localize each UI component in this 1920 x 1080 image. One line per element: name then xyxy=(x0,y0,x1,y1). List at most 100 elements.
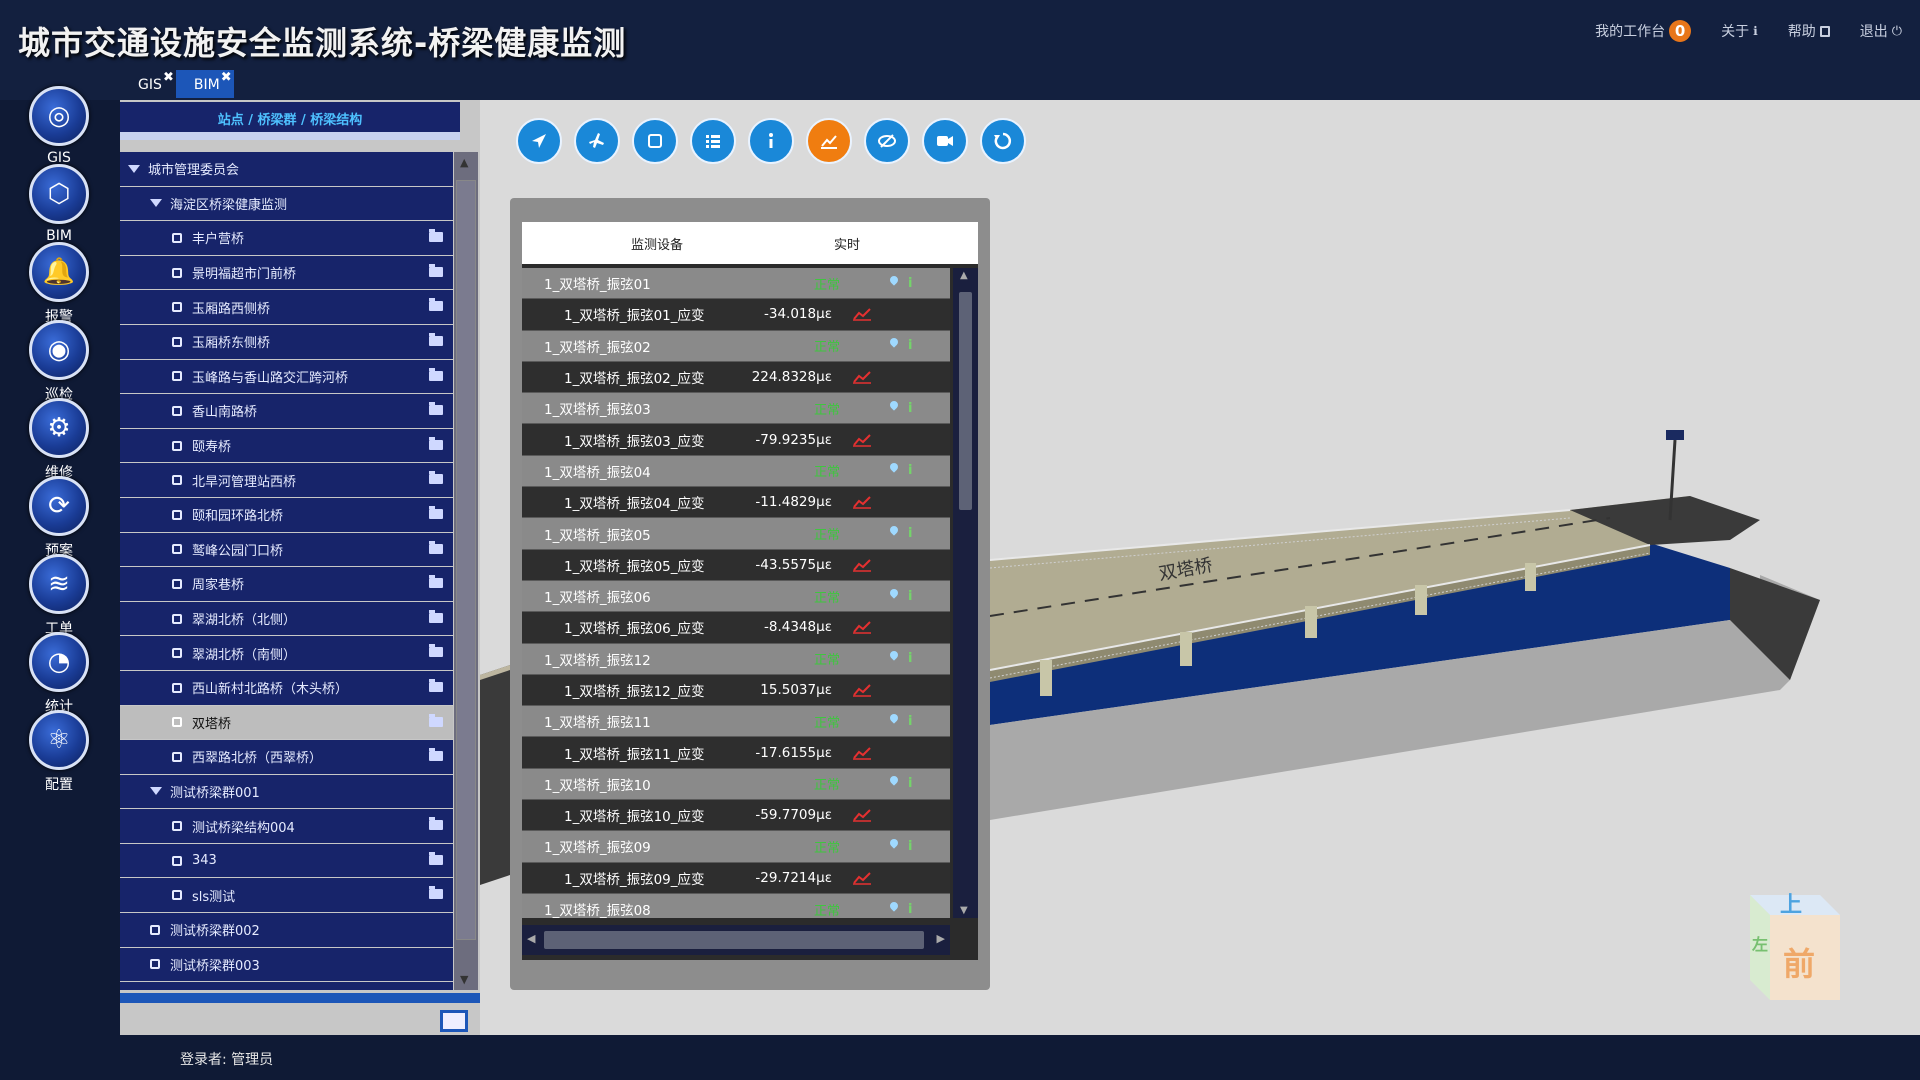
trend-chart-icon[interactable] xyxy=(853,307,871,322)
info-icon[interactable]: i xyxy=(908,902,912,917)
tree-item[interactable]: 双塔桥 xyxy=(120,705,453,741)
tree-item[interactable]: 玉厢路西侧桥 xyxy=(120,290,453,325)
tree-item[interactable]: 玉厢桥东侧桥 xyxy=(120,325,453,360)
trend-chart-icon[interactable] xyxy=(853,683,871,697)
folder-icon[interactable] xyxy=(429,748,443,762)
map-pin-icon[interactable] xyxy=(890,651,898,662)
map-pin-icon[interactable] xyxy=(890,338,898,349)
scroll-up-icon[interactable]: ▲ xyxy=(460,156,468,169)
info-icon[interactable]: i xyxy=(908,401,912,416)
info-icon[interactable]: i xyxy=(908,714,912,729)
locate-button[interactable] xyxy=(516,118,562,164)
nav-item-gis[interactable]: ◎ GIS xyxy=(28,86,90,166)
checkbox-icon[interactable] xyxy=(172,336,182,347)
tree-item[interactable]: 测试桥梁群001 xyxy=(120,775,453,810)
tree-item[interactable]: 翠湖北桥（南侧） xyxy=(120,636,453,671)
nav-item-配置[interactable]: ⚛ 配置 xyxy=(28,710,90,794)
caret-down-icon[interactable] xyxy=(150,199,162,208)
folder-icon[interactable] xyxy=(429,713,443,727)
checkbox-icon[interactable] xyxy=(150,959,160,970)
checkbox-icon[interactable] xyxy=(172,890,182,901)
map-pin-icon[interactable] xyxy=(890,714,898,725)
scroll-right-icon[interactable]: ▶ xyxy=(937,932,945,945)
workbench-link[interactable]: 我的工作台 0 xyxy=(1595,20,1692,42)
folder-icon[interactable] xyxy=(429,367,443,381)
folder-icon[interactable] xyxy=(429,678,443,692)
folder-icon[interactable] xyxy=(429,229,443,243)
info-icon[interactable]: i xyxy=(908,338,912,353)
info-icon[interactable]: i xyxy=(908,839,912,854)
info-icon[interactable]: i xyxy=(908,276,912,291)
nav-item-预案[interactable]: ⟳ 预案 xyxy=(28,476,90,560)
scroll-up-icon[interactable]: ▲ xyxy=(960,270,968,281)
tree-scrollbar[interactable]: ▲ ▼ xyxy=(454,152,478,990)
nav-item-巡检[interactable]: ◉ 巡检 xyxy=(28,320,90,404)
tree-item[interactable]: 343 xyxy=(120,844,453,879)
chart-button[interactable] xyxy=(806,118,852,164)
checkbox-icon[interactable] xyxy=(172,509,182,520)
tree-item[interactable]: 测试桥梁群003 xyxy=(120,948,453,983)
tab-gis[interactable]: GIS ✖ xyxy=(120,70,176,98)
tree-item[interactable]: 丰户营桥 xyxy=(120,221,453,256)
tree-item[interactable]: 测试桥梁群002 xyxy=(120,913,453,948)
checkbox-icon[interactable] xyxy=(172,648,182,659)
info-icon[interactable]: i xyxy=(908,651,912,666)
tree-item[interactable]: 西山新村北路桥（木头桥） xyxy=(120,671,453,706)
help-link[interactable]: 帮助 xyxy=(1788,20,1830,42)
map-pin-icon[interactable] xyxy=(890,463,898,474)
tree-item[interactable]: 香山南路桥 xyxy=(120,394,453,429)
tree-item[interactable]: 颐和园环路北桥 xyxy=(120,498,453,533)
folder-icon[interactable] xyxy=(429,851,443,865)
folder-icon[interactable] xyxy=(429,402,443,416)
checkbox-icon[interactable] xyxy=(172,821,182,832)
measurement-row[interactable]: 1_双塔桥_振弦11_应变 -17.6155με xyxy=(522,737,950,769)
folder-icon[interactable] xyxy=(429,609,443,623)
map-pin-icon[interactable] xyxy=(890,839,898,850)
info-button[interactable] xyxy=(748,118,794,164)
checkbox-icon[interactable] xyxy=(172,302,182,313)
tree-item[interactable]: 景明福超市门前桥 xyxy=(120,256,453,291)
tree-item[interactable]: 城市管理委员会 xyxy=(120,152,453,187)
square-button[interactable] xyxy=(632,118,678,164)
trend-chart-icon[interactable] xyxy=(853,495,871,509)
tab-bim[interactable]: BIM ✖ xyxy=(175,70,234,98)
info-icon[interactable]: i xyxy=(908,589,912,604)
trend-chart-icon[interactable] xyxy=(853,558,871,572)
nav-item-工单[interactable]: ≋ 工单 xyxy=(28,554,90,638)
close-icon[interactable]: ✖ xyxy=(163,63,174,93)
measurement-row[interactable]: 1_双塔桥_振弦01_应变 -34.018με xyxy=(522,299,950,331)
view-cube[interactable]: 上 前 左 xyxy=(1750,893,1840,1000)
info-icon[interactable]: i xyxy=(908,776,912,791)
close-icon[interactable]: ✖ xyxy=(221,63,232,93)
folder-icon[interactable] xyxy=(429,575,443,589)
measurement-row[interactable]: 1_双塔桥_振弦10_应变 -59.7709με xyxy=(522,800,950,832)
map-pin-icon[interactable] xyxy=(890,526,898,537)
folder-icon[interactable] xyxy=(429,540,443,554)
folder-icon[interactable] xyxy=(429,298,443,312)
folder-icon[interactable] xyxy=(429,644,443,658)
device-row[interactable]: 1_双塔桥_振弦06 正常 i xyxy=(522,580,950,613)
folder-icon[interactable] xyxy=(429,886,443,900)
tree-item[interactable]: 玉峰路与香山路交汇跨河桥 xyxy=(120,360,453,395)
device-row[interactable]: 1_双塔桥_振弦01 正常 i xyxy=(522,268,950,300)
info-icon[interactable]: i xyxy=(908,463,912,478)
monitor-vscrollbar[interactable]: ▲ ▼ xyxy=(953,268,978,918)
panel-toggle-button[interactable] xyxy=(440,1010,468,1032)
device-row[interactable]: 1_双塔桥_振弦11 正常 i xyxy=(522,706,950,738)
tree-item[interactable]: 鹫峰公园门口桥 xyxy=(120,533,453,568)
bim-viewer[interactable]: 双塔桥 上 前 左 监测设备 实时 1_双塔桥_振弦01 正常 i 1_双塔桥_振弦0… xyxy=(480,100,1920,1035)
trend-chart-icon[interactable] xyxy=(853,808,871,822)
checkbox-icon[interactable] xyxy=(172,751,182,762)
measurement-row[interactable]: 1_双塔桥_振弦02_应变 224.8328με xyxy=(522,361,950,394)
checkbox-icon[interactable] xyxy=(172,371,182,382)
checkbox-icon[interactable] xyxy=(172,578,182,589)
tree-scroll-thumb[interactable] xyxy=(456,180,476,940)
tree-item[interactable]: 翠湖北桥（北侧） xyxy=(120,602,453,637)
nav-item-报警[interactable]: 🔔 报警 xyxy=(28,242,90,326)
checkbox-icon[interactable] xyxy=(172,405,182,416)
checkbox-icon[interactable] xyxy=(172,717,182,728)
about-link[interactable]: 关于 ℹ xyxy=(1721,20,1758,42)
tree-item[interactable]: 周家巷桥 xyxy=(120,567,453,602)
trend-chart-icon[interactable] xyxy=(853,871,871,885)
nav-item-bim[interactable]: ⬡ BIM xyxy=(28,164,90,244)
